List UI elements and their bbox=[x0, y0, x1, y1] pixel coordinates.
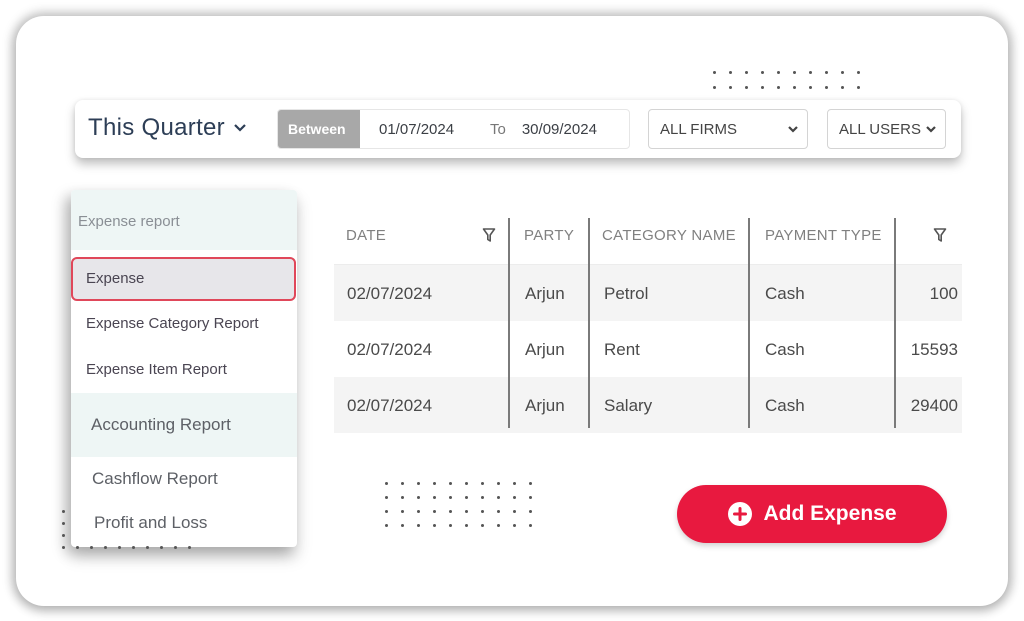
header-party[interactable]: PARTY bbox=[524, 227, 574, 244]
between-label: Between bbox=[278, 110, 360, 148]
header-date[interactable]: DATE bbox=[346, 227, 386, 244]
cell-category: Rent bbox=[604, 340, 640, 359]
to-label: To bbox=[490, 120, 506, 138]
cell-party: Arjun bbox=[525, 340, 565, 359]
table-header: DATE PARTY CATEGORY NAME PAYMENT TYPE bbox=[334, 218, 962, 265]
menu-item-expense-category-report[interactable]: Expense Category Report bbox=[86, 315, 259, 332]
filter-bar: This Quarter Between To ALL FIRMS ALL US… bbox=[75, 100, 961, 158]
cell-party: Arjun bbox=[525, 284, 565, 303]
add-expense-button[interactable]: Add Expense bbox=[677, 485, 947, 543]
user-select-value: ALL USERS bbox=[839, 120, 921, 138]
expense-table: DATE PARTY CATEGORY NAME PAYMENT TYPE 02… bbox=[334, 218, 962, 433]
filter-icon[interactable] bbox=[933, 227, 947, 243]
cell-category: Petrol bbox=[604, 284, 649, 303]
cell-amount: 29400 bbox=[910, 396, 958, 415]
user-select[interactable]: ALL USERS bbox=[827, 109, 946, 149]
filter-icon[interactable] bbox=[482, 227, 496, 243]
decorative-dots bbox=[385, 482, 532, 527]
report-menu: Expense report Expense Expense Category … bbox=[71, 190, 297, 547]
cell-amount: 15593 bbox=[910, 340, 958, 359]
cell-category: Salary bbox=[604, 396, 653, 415]
chevron-down-icon bbox=[926, 126, 936, 133]
period-dropdown[interactable]: This Quarter bbox=[88, 114, 247, 142]
column-divider[interactable] bbox=[588, 218, 590, 428]
cell-party: Arjun bbox=[525, 396, 565, 415]
column-divider[interactable] bbox=[508, 218, 510, 428]
cell-payment-type: Cash bbox=[765, 284, 805, 303]
expense-report-heading: Expense report bbox=[71, 190, 297, 250]
header-category-name[interactable]: CATEGORY NAME bbox=[602, 227, 736, 244]
column-divider[interactable] bbox=[894, 218, 896, 428]
cell-amount: 100 bbox=[929, 284, 958, 303]
chevron-down-icon bbox=[788, 126, 798, 133]
header-payment-type[interactable]: PAYMENT TYPE bbox=[765, 227, 882, 244]
firm-select[interactable]: ALL FIRMS bbox=[648, 109, 808, 149]
decorative-dots bbox=[62, 546, 191, 549]
accounting-report-heading[interactable]: Accounting Report bbox=[71, 393, 297, 457]
expense-report-group: Expense report Expense Expense Category … bbox=[71, 190, 297, 393]
cell-date: 02/07/2024 bbox=[347, 396, 433, 415]
date-range: Between To bbox=[277, 109, 630, 149]
table-row[interactable]: 02/07/2024 Arjun Rent Cash 15593 bbox=[334, 321, 962, 377]
cell-date: 02/07/2024 bbox=[347, 284, 433, 303]
menu-item-profit-and-loss[interactable]: Profit and Loss bbox=[94, 513, 207, 533]
table-row[interactable]: 02/07/2024 Arjun Petrol Cash 100 bbox=[334, 265, 962, 321]
period-label: This Quarter bbox=[88, 114, 225, 141]
firm-select-value: ALL FIRMS bbox=[660, 120, 737, 138]
decorative-dots bbox=[713, 71, 860, 89]
cell-payment-type: Cash bbox=[765, 396, 805, 415]
menu-item-expense-item-report[interactable]: Expense Item Report bbox=[86, 361, 227, 378]
decorative-dots bbox=[62, 510, 65, 537]
date-to-input[interactable] bbox=[521, 120, 618, 138]
menu-item-cashflow-report[interactable]: Cashflow Report bbox=[92, 469, 218, 489]
date-from-input[interactable] bbox=[379, 120, 475, 138]
menu-item-expense[interactable]: Expense bbox=[71, 257, 296, 301]
column-divider[interactable] bbox=[748, 218, 750, 428]
table-row[interactable]: 02/07/2024 Arjun Salary Cash 29400 bbox=[334, 377, 962, 433]
chevron-down-icon bbox=[234, 124, 246, 132]
plus-circle-icon bbox=[728, 502, 753, 526]
cell-payment-type: Cash bbox=[765, 340, 805, 359]
cell-date: 02/07/2024 bbox=[347, 340, 433, 359]
add-expense-label: Add Expense bbox=[763, 502, 897, 525]
